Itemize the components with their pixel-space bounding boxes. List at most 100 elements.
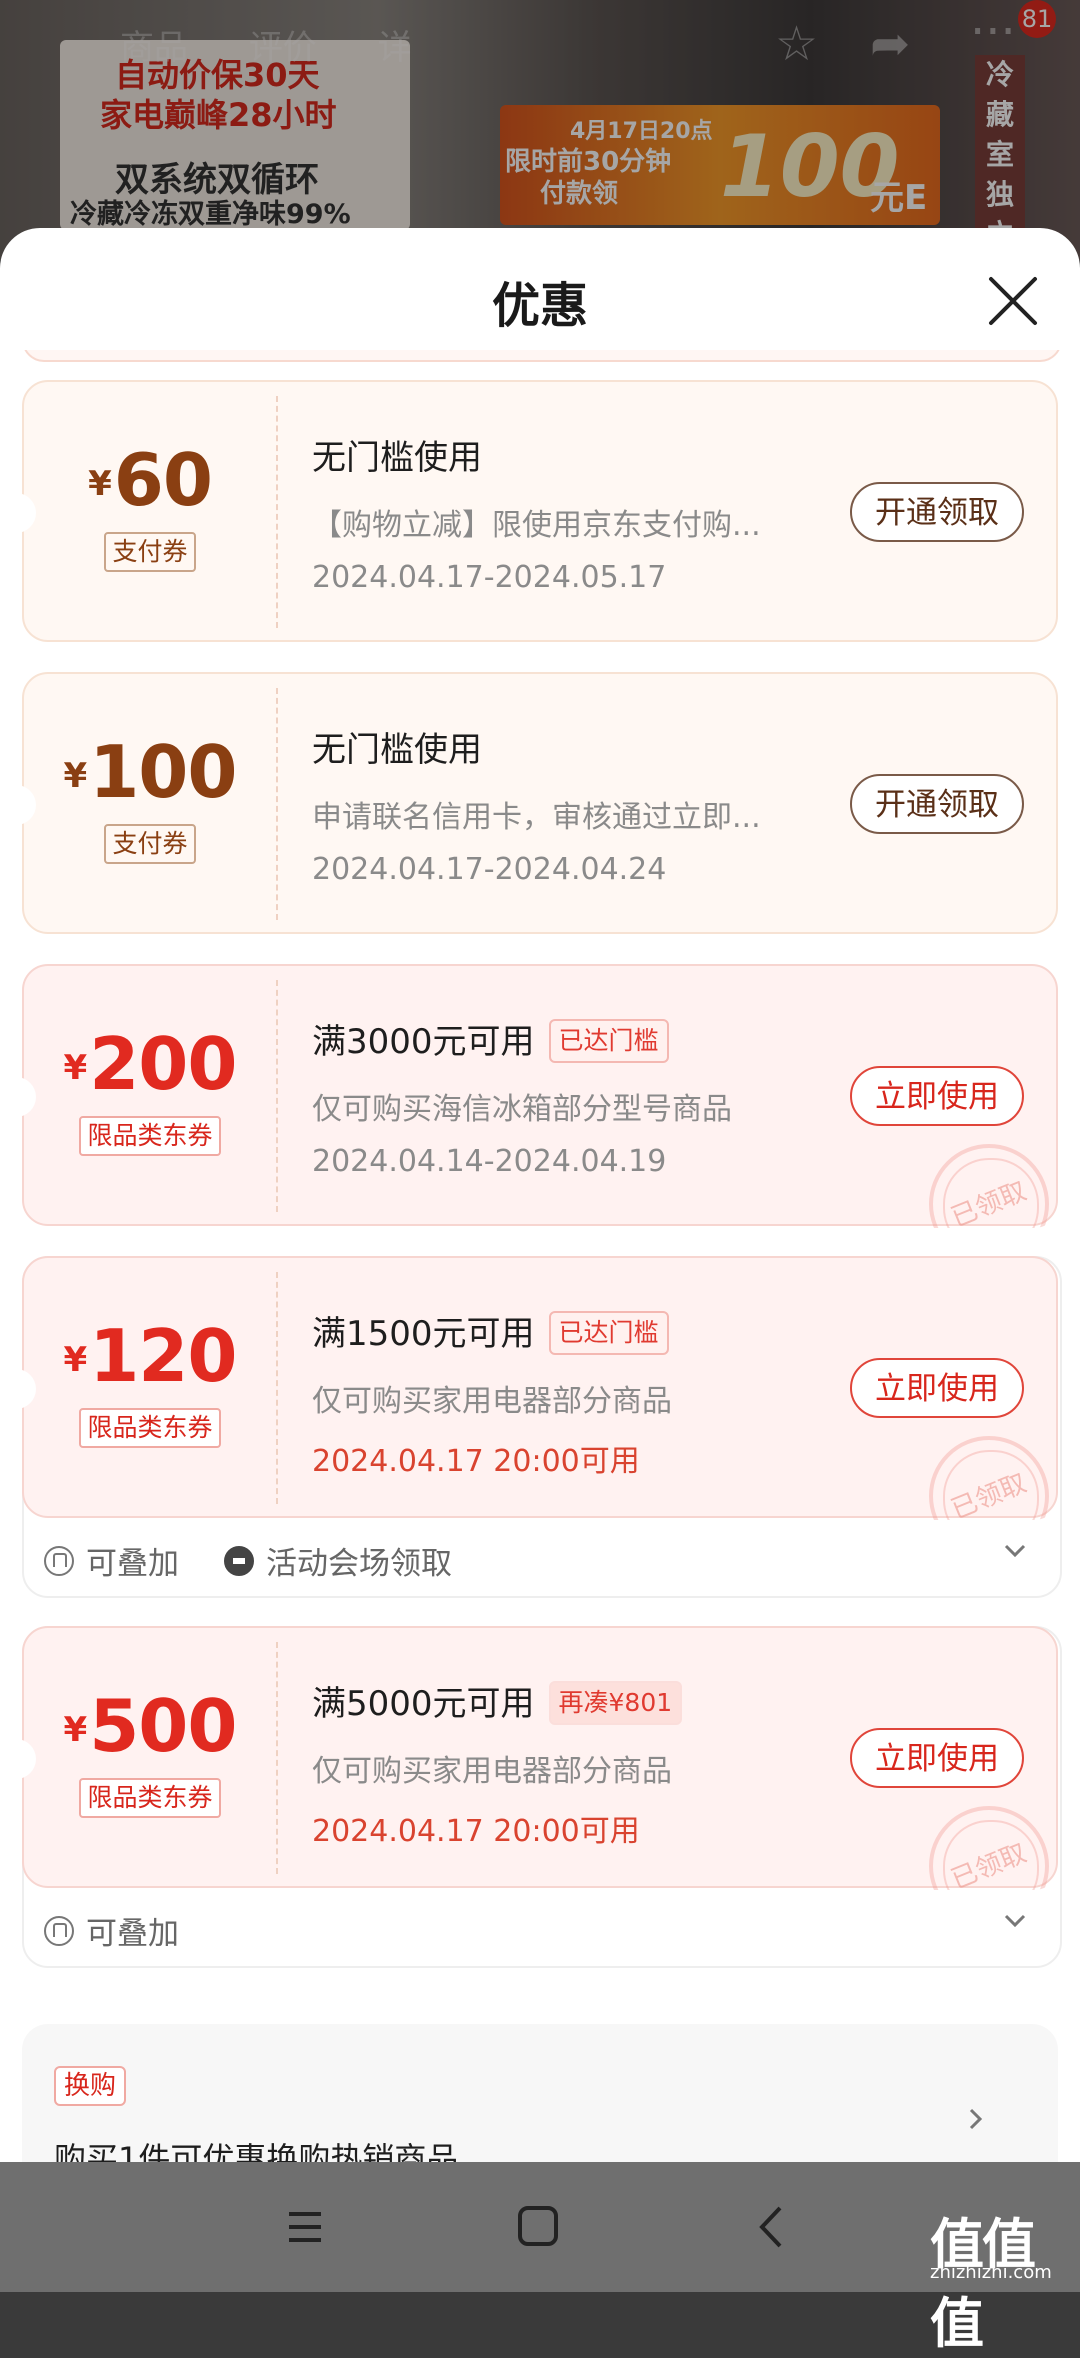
coupon-card: ¥200 限品类东券 满3000元可用 已达门槛 仅可购买海信冰箱部分型号商品 2… xyxy=(10,964,1058,1228)
coupon-footer[interactable]: 可叠加 xyxy=(24,1888,1060,1966)
menu-icon[interactable] xyxy=(275,2202,335,2252)
coupon-validity: 2024.04.17-2024.04.24 xyxy=(312,852,667,887)
watermark-url: zhizhizhi.com xyxy=(930,2262,1052,2283)
stack-icon xyxy=(44,1915,74,1946)
coupon-amount: ¥60 xyxy=(24,438,276,522)
stamp-ring xyxy=(943,1450,1039,1520)
chevron-down-icon[interactable] xyxy=(1000,1906,1030,1936)
sheet-title: 优惠 xyxy=(491,278,588,334)
venue-feature: 活动会场领取 xyxy=(224,1538,452,1583)
previous-coupon-edge xyxy=(22,350,1062,362)
coupon-condition: 满5000元可用 再凑¥801 xyxy=(312,1676,683,1725)
venue-label: 活动会场领取 xyxy=(266,1546,452,1582)
coupon-validity: 2024.04.17 20:00可用 xyxy=(312,1444,640,1479)
swap-description: 购买1件可优惠换购热销商品 xyxy=(54,2140,459,2162)
coupon-body: ¥200 限品类东券 满3000元可用 已达门槛 仅可购买海信冰箱部分型号商品 2… xyxy=(10,964,1058,1228)
currency-symbol: ¥ xyxy=(63,1048,88,1088)
coupon-validity: 2024.04.14-2024.04.19 xyxy=(312,1144,667,1179)
coupon-divider xyxy=(276,1272,278,1504)
amount-value: 200 xyxy=(89,1022,237,1106)
chevron-down-icon[interactable] xyxy=(1000,1536,1030,1566)
coupon-description: 仅可购买家用电器部分商品 xyxy=(312,1754,672,1789)
coupon-description: 仅可购买家用电器部分商品 xyxy=(312,1384,672,1419)
coupon-description: 【购物立减】限使用京东支付购... xyxy=(312,508,761,543)
coupon-validity: 2024.04.17 20:00可用 xyxy=(312,1814,640,1849)
stamp-text: 已领取 xyxy=(947,1838,1031,1890)
back-icon[interactable] xyxy=(742,2202,802,2252)
coupon-list[interactable]: ¥60 支付券 无门槛使用 【购物立减】限使用京东支付购... 2024.04.… xyxy=(0,350,1080,2162)
amount-value: 100 xyxy=(89,730,237,814)
stamp-text: 已领取 xyxy=(947,1176,1031,1228)
coupon-type-wrap: 限品类东券 xyxy=(24,1408,276,1448)
use-now-button[interactable]: 立即使用 xyxy=(850,1728,1024,1788)
coupon-card: ¥120 限品类东券 满1500元可用 已达门槛 仅可购买家用电器部分商品 202… xyxy=(10,1256,1062,1598)
coupon-condition: 无门槛使用 xyxy=(312,730,482,770)
coupon-type-wrap: 限品类东券 xyxy=(24,1778,276,1818)
stackable-label: 可叠加 xyxy=(86,1546,179,1582)
stamp-text: 已领取 xyxy=(947,1468,1031,1520)
coupon-footer[interactable]: 可叠加 活动会场领取 xyxy=(24,1518,1060,1596)
coupon-amount: ¥200 xyxy=(24,1022,276,1106)
coupon-type-wrap: 支付券 xyxy=(24,532,276,572)
threshold-reached-tag: 已达门槛 xyxy=(548,1019,669,1063)
coupon-body: ¥120 限品类东券 满1500元可用 已达门槛 仅可购买家用电器部分商品 202… xyxy=(10,1256,1058,1520)
currency-symbol: ¥ xyxy=(63,756,88,796)
amount-value: 120 xyxy=(89,1314,237,1398)
ticket-icon xyxy=(224,1545,254,1576)
coupon-body: ¥100 支付券 无门槛使用 申请联名信用卡，审核通过立即... 2024.04… xyxy=(10,672,1058,934)
coupon-description: 仅可购买海信冰箱部分型号商品 xyxy=(312,1092,732,1127)
coupon-validity: 2024.04.17-2024.05.17 xyxy=(312,560,667,595)
coupon-condition: 无门槛使用 xyxy=(312,438,482,478)
system-navigation-bar xyxy=(0,2162,1080,2292)
currency-symbol: ¥ xyxy=(88,464,112,504)
coupon-type-badge: 支付券 xyxy=(104,824,196,864)
claimed-stamp: 已领取 xyxy=(929,1806,1049,1890)
condition-text: 满3000元可用 xyxy=(312,1022,535,1062)
coupon-condition: 满1500元可用 已达门槛 xyxy=(312,1306,669,1355)
coupon-body: ¥500 限品类东券 满5000元可用 再凑¥801 仅可购买家用电器部分商品 2… xyxy=(10,1626,1058,1890)
coupon-amount: ¥100 xyxy=(24,730,276,814)
currency-symbol: ¥ xyxy=(63,1710,88,1750)
coupon-card: ¥60 支付券 无门槛使用 【购物立减】限使用京东支付购... 2024.04.… xyxy=(10,380,1058,642)
coupon-body: ¥60 支付券 无门槛使用 【购物立减】限使用京东支付购... 2024.04.… xyxy=(10,380,1058,642)
home-icon[interactable] xyxy=(508,2202,568,2252)
coupon-divider xyxy=(276,688,278,920)
swap-tag: 换购 xyxy=(54,2066,127,2106)
use-now-button[interactable]: 立即使用 xyxy=(850,1066,1024,1126)
coupon-type-badge: 限品类东券 xyxy=(79,1778,221,1818)
use-now-button[interactable]: 立即使用 xyxy=(850,1358,1024,1418)
remaining-amount-tag: 再凑¥801 xyxy=(548,1681,683,1725)
amount-value: 60 xyxy=(113,438,213,522)
coupon-condition: 满3000元可用 已达门槛 xyxy=(312,1014,669,1063)
condition-text: 满1500元可用 xyxy=(312,1314,535,1354)
currency-symbol: ¥ xyxy=(63,1340,88,1380)
activate-claim-button[interactable]: 开通领取 xyxy=(850,774,1024,834)
stackable-feature: 可叠加 xyxy=(44,1538,179,1583)
coupon-divider xyxy=(276,980,278,1212)
coupon-divider xyxy=(276,1642,278,1874)
threshold-reached-tag: 已达门槛 xyxy=(548,1311,669,1355)
coupon-card: ¥100 支付券 无门槛使用 申请联名信用卡，审核通过立即... 2024.04… xyxy=(10,672,1058,934)
activate-claim-button[interactable]: 开通领取 xyxy=(850,482,1024,542)
stack-icon xyxy=(44,1545,74,1576)
coupon-type-wrap: 支付券 xyxy=(24,824,276,864)
coupon-divider xyxy=(276,396,278,628)
coupon-amount: ¥120 xyxy=(24,1314,276,1398)
claimed-stamp: 已领取 xyxy=(929,1144,1049,1228)
discount-sheet: 优惠 ¥60 支付券 无门槛使用 【购物立减】限使用京东支付购... 2024.… xyxy=(0,228,1080,2162)
swap-purchase-card[interactable]: 换购 购买1件可优惠换购热销商品 xyxy=(22,2024,1058,2162)
coupon-card: ¥500 限品类东券 满5000元可用 再凑¥801 仅可购买家用电器部分商品 2… xyxy=(10,1626,1062,1968)
close-icon[interactable] xyxy=(985,273,1041,329)
coupon-amount: ¥500 xyxy=(24,1684,276,1768)
stamp-ring xyxy=(943,1158,1039,1228)
coupon-type-badge: 支付券 xyxy=(104,532,196,572)
coupon-type-badge: 限品类东券 xyxy=(79,1116,221,1156)
stackable-label: 可叠加 xyxy=(86,1916,179,1952)
claimed-stamp: 已领取 xyxy=(929,1436,1049,1520)
stamp-ring xyxy=(943,1820,1039,1890)
chevron-right-icon xyxy=(969,2108,983,2130)
amount-value: 500 xyxy=(89,1684,237,1768)
coupon-type-badge: 限品类东券 xyxy=(79,1408,221,1448)
stackable-feature: 可叠加 xyxy=(44,1908,179,1953)
coupon-description: 申请联名信用卡，审核通过立即... xyxy=(312,800,761,835)
